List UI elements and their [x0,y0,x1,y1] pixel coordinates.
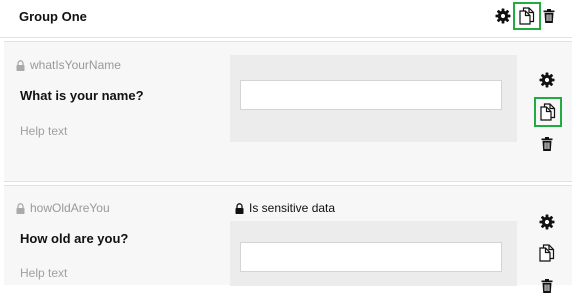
question-card: whatIsYourName What is your name? Help t… [4,41,572,182]
copy-icon [539,244,555,262]
lock-icon [16,59,25,71]
question-card: howOldAreYou Is sensitive data How old a… [4,185,572,293]
copy-icon [519,7,535,25]
question-key: howOldAreYou [16,201,110,215]
copy-icon [540,103,556,121]
question-key-label: whatIsYourName [30,58,121,72]
question-key: whatIsYourName [16,58,121,72]
trash-icon [541,279,553,293]
gear-icon [495,8,511,24]
question-settings-button[interactable] [538,71,556,89]
lock-icon [235,202,244,214]
answer-input[interactable] [240,80,502,110]
gear-icon [539,72,555,88]
question-delete-button[interactable] [539,136,555,152]
group-header: Group One [0,0,572,38]
answer-panel [230,221,517,286]
gear-icon [539,214,555,230]
lock-icon [16,202,25,214]
question-delete-button[interactable] [539,278,555,294]
trash-icon [541,137,553,151]
question-settings-button[interactable] [538,213,556,231]
sensitive-data-label: Is sensitive data [249,201,336,215]
group-settings-button[interactable] [494,7,512,25]
question-text: What is your name? [20,88,144,103]
group-title: Group One [19,9,87,24]
question-help-text: Help text [20,124,68,138]
question-copy-button[interactable] [538,243,556,263]
question-key-label: howOldAreYou [30,201,110,215]
group-copy-button[interactable] [513,2,541,30]
question-help-text: Help text [20,266,68,280]
answer-input[interactable] [240,242,502,272]
group-delete-button[interactable] [541,8,557,24]
question-copy-button[interactable] [534,97,562,127]
trash-icon [543,9,555,23]
question-text: How old are you? [20,231,129,246]
sensitive-data-indicator: Is sensitive data [235,201,335,215]
answer-panel [230,55,517,142]
